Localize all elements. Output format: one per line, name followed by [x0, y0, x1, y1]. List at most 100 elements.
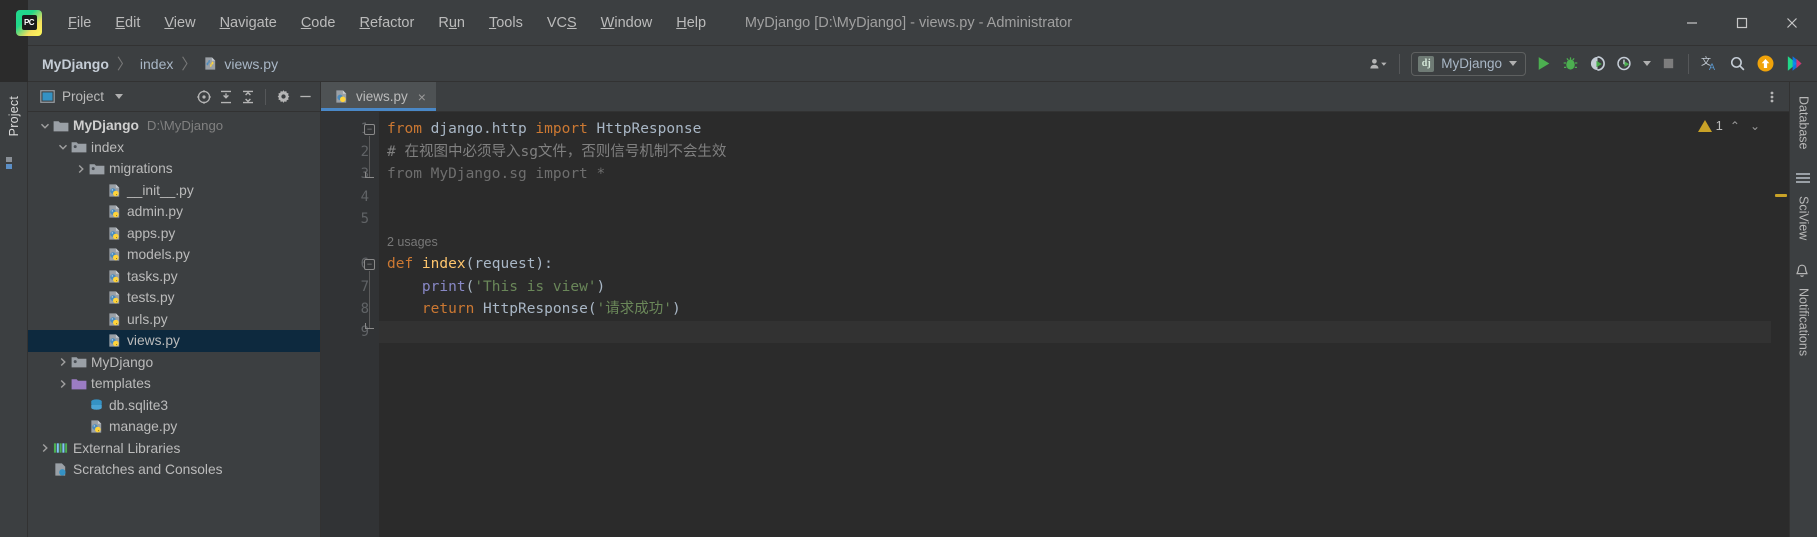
project-view-icon — [38, 88, 56, 106]
code-module-path: django.http — [421, 121, 536, 137]
breadcrumb-item-project[interactable]: MyDjango — [40, 56, 111, 72]
folder-source-icon — [88, 160, 105, 177]
sciview-chart-icon[interactable] — [1795, 172, 1813, 188]
tree-item-init-py[interactable]: __init__.py — [28, 180, 320, 202]
select-opened-file-button[interactable] — [195, 88, 213, 106]
chevron-down-icon[interactable] — [38, 119, 52, 133]
tree-item-index[interactable]: index — [28, 137, 320, 159]
menu-help[interactable]: Help — [664, 11, 718, 35]
tree-item-tests-py[interactable]: tests.py — [28, 287, 320, 309]
close-icon[interactable]: × — [418, 90, 426, 104]
chevron-right-icon[interactable] — [38, 441, 52, 455]
translate-icon[interactable]: 文 A — [1696, 51, 1724, 77]
bell-icon[interactable] — [1795, 264, 1813, 280]
profile-button[interactable] — [1611, 51, 1638, 77]
previous-problem-icon[interactable]: ⌃ — [1727, 119, 1743, 133]
menu-code[interactable]: Code — [289, 11, 348, 35]
tree-item-scratches-and-consoles[interactable]: Scratches and Consoles — [28, 459, 320, 481]
menu-navigate[interactable]: Navigate — [208, 11, 289, 35]
ide-features-icon[interactable] — [1780, 51, 1809, 77]
python-file-icon — [106, 332, 123, 349]
breadcrumb-item-file[interactable]: views.py — [202, 55, 278, 72]
editor-tab-views-py[interactable]: views.py × — [321, 82, 436, 111]
tree-item-external-libraries[interactable]: External Libraries — [28, 438, 320, 460]
tree-item-models-py[interactable]: models.py — [28, 244, 320, 266]
user-menu-button[interactable] — [1364, 51, 1392, 77]
chevron-right-icon[interactable] — [56, 377, 70, 391]
menu-view[interactable]: View — [152, 11, 207, 35]
debug-button[interactable] — [1557, 51, 1584, 77]
chevron-right-icon[interactable] — [74, 162, 88, 176]
search-everywhere-icon[interactable] — [1724, 51, 1751, 77]
tree-item-label: templates — [91, 376, 151, 392]
minimize-button[interactable] — [1667, 0, 1717, 46]
usages-inlay-hint[interactable]: 2 usages — [379, 231, 1771, 254]
maximize-button[interactable] — [1717, 0, 1767, 46]
menu-window[interactable]: Window — [589, 11, 665, 35]
hide-panel-button[interactable] — [296, 88, 314, 106]
tree-item-urls-py[interactable]: urls.py — [28, 309, 320, 331]
project-tree[interactable]: MyDjango D:\MyDjango index migrations __init… — [28, 112, 320, 537]
menu-run[interactable]: Run — [426, 11, 477, 35]
project-dropdown-icon[interactable] — [110, 88, 128, 106]
fold-marker-function[interactable]: − — [364, 259, 375, 270]
update-project-icon[interactable] — [1751, 51, 1780, 77]
tool-tab-database[interactable]: Database — [1793, 88, 1815, 158]
toolbar-separator-1 — [1399, 53, 1401, 74]
run-configuration-selector[interactable]: dj MyDjango — [1411, 51, 1526, 76]
tree-item-mydjango[interactable]: MyDjango — [28, 352, 320, 374]
code-text[interactable]: from django.http import HttpResponse # 在… — [379, 112, 1771, 537]
stop-button[interactable] — [1656, 51, 1681, 77]
editor-gutter[interactable]: 1 2 3 4 5 . 6 7 8 9 − − — [321, 112, 379, 537]
tool-tab-sciview[interactable]: SciView — [1793, 188, 1815, 248]
main-body: Project Project MyDjango D:\MyDjango ind… — [0, 82, 1817, 537]
code-editor[interactable]: 1 ⌃ ⌄ 1 2 3 4 5 . 6 7 8 9 − — [321, 112, 1789, 537]
inspection-widget[interactable]: 1 ⌃ ⌄ — [1697, 118, 1763, 133]
tree-item-admin-py[interactable]: admin.py — [28, 201, 320, 223]
next-problem-icon[interactable]: ⌄ — [1747, 119, 1763, 133]
tree-item-label: migrations — [109, 161, 173, 177]
code-line-9-current — [379, 320, 1771, 343]
menu-edit[interactable]: Edit — [103, 11, 152, 35]
more-options-icon[interactable] — [1765, 84, 1779, 110]
profile-dropdown-button[interactable] — [1638, 51, 1656, 77]
chevron-down-icon[interactable] — [56, 140, 70, 154]
breadcrumb: MyDjango 〉 index 〉 views.py — [40, 53, 278, 74]
tree-item-migrations[interactable]: migrations — [28, 158, 320, 180]
menu-vcs[interactable]: VCS — [535, 11, 589, 35]
tool-tab-notifications[interactable]: Notifications — [1793, 280, 1815, 364]
tree-item-db-sqlite3[interactable]: db.sqlite3 — [28, 395, 320, 417]
inspection-markers-strip[interactable] — [1771, 112, 1789, 537]
gear-icon[interactable] — [274, 88, 292, 106]
fold-marker-import[interactable]: − — [364, 124, 375, 135]
db-file-icon — [88, 397, 105, 414]
tree-item-templates[interactable]: templates — [28, 373, 320, 395]
breadcrumb-item-index[interactable]: index — [138, 56, 175, 72]
run-with-coverage-button[interactable] — [1584, 51, 1611, 77]
menu-refactor[interactable]: Refactor — [348, 11, 427, 35]
collapse-all-button[interactable] — [239, 88, 257, 106]
code-function-args: (request): — [465, 256, 553, 272]
tree-item-label: tasks.py — [127, 268, 178, 284]
left-tool-strip: Project — [0, 82, 28, 537]
close-button[interactable] — [1767, 0, 1817, 46]
tree-item-apps-py[interactable]: apps.py — [28, 223, 320, 245]
navigation-bar: MyDjango 〉 index 〉 views.py dj MyDjango … — [0, 46, 1817, 82]
code-folding-column[interactable]: − − — [363, 118, 379, 537]
tool-tab-project[interactable]: Project — [3, 86, 25, 146]
tree-item-manage-py[interactable]: manage.py — [28, 416, 320, 438]
chevron-right-icon[interactable] — [56, 355, 70, 369]
code-keyword-from: from — [387, 121, 422, 137]
menu-file[interactable]: File — [56, 11, 103, 35]
django-icon: dj — [1418, 55, 1435, 72]
expand-all-button[interactable] — [217, 88, 235, 106]
breadcrumb-separator-icon-2: 〉 — [181, 56, 197, 73]
tree-item-tasks-py[interactable]: tasks.py — [28, 266, 320, 288]
menu-tools[interactable]: Tools — [477, 11, 535, 35]
structure-icon[interactable] — [5, 156, 23, 172]
tree-item-mydjango[interactable]: MyDjango D:\MyDjango — [28, 115, 320, 137]
tree-item-views-py[interactable]: views.py — [28, 330, 320, 352]
tree-item-path: D:\MyDjango — [146, 118, 224, 134]
run-button[interactable] — [1530, 51, 1557, 77]
